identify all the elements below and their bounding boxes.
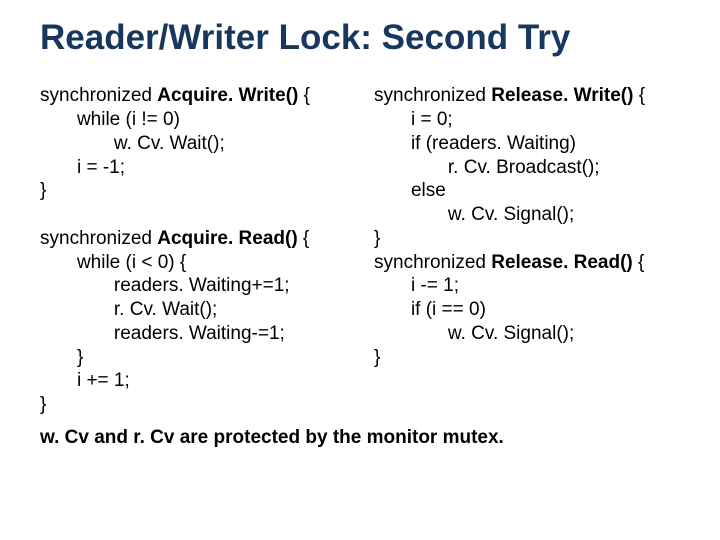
blank-line <box>40 203 356 227</box>
code-line: readers. Waiting-=1; <box>40 322 356 346</box>
brace: { <box>298 85 310 106</box>
code-line: i = 0; <box>374 108 690 132</box>
page-title: Reader/Writer Lock: Second Try <box>40 18 690 58</box>
code-line: readers. Waiting+=1; <box>40 274 356 298</box>
kw-sync: synchronized <box>40 85 157 106</box>
code-line: i = -1; <box>40 156 356 180</box>
code-line: } <box>40 393 356 417</box>
release-read-sig: synchronized Release. Read() { <box>374 251 690 275</box>
footer-note: w. Cv and r. Cv are protected by the mon… <box>40 427 690 449</box>
code-line: else <box>374 179 690 203</box>
code-columns: synchronized Acquire. Write() { while (i… <box>40 84 690 417</box>
kw-sync: synchronized <box>374 85 491 106</box>
acquire-read-sig: synchronized Acquire. Read() { <box>40 227 356 251</box>
acquire-write-sig: synchronized Acquire. Write() { <box>40 84 356 108</box>
fn-name: Acquire. Write() <box>157 85 298 106</box>
right-column: synchronized Release. Write() { i = 0; i… <box>374 84 690 417</box>
code-line: while (i != 0) <box>40 108 356 132</box>
fn-name: Release. Read() <box>491 252 633 273</box>
left-column: synchronized Acquire. Write() { while (i… <box>40 84 356 417</box>
code-line: w. Cv. Wait(); <box>40 132 356 156</box>
code-line: if (i == 0) <box>374 298 690 322</box>
kw-sync: synchronized <box>374 252 491 273</box>
fn-name: Acquire. Read() <box>157 228 297 249</box>
code-line: r. Cv. Wait(); <box>40 298 356 322</box>
brace: { <box>298 228 310 249</box>
code-line: r. Cv. Broadcast(); <box>374 156 690 180</box>
brace: { <box>633 85 645 106</box>
kw-sync: synchronized <box>40 228 157 249</box>
code-line: i += 1; <box>40 369 356 393</box>
brace: { <box>633 252 645 273</box>
code-line: w. Cv. Signal(); <box>374 203 690 227</box>
code-line: i -= 1; <box>374 274 690 298</box>
code-line: while (i < 0) { <box>40 251 356 275</box>
code-line: if (readers. Waiting) <box>374 132 690 156</box>
fn-name: Release. Write() <box>491 85 633 106</box>
code-line: w. Cv. Signal(); <box>374 322 690 346</box>
code-line: } <box>374 227 690 251</box>
slide: Reader/Writer Lock: Second Try synchroni… <box>0 0 720 540</box>
release-write-sig: synchronized Release. Write() { <box>374 84 690 108</box>
code-line: } <box>40 179 356 203</box>
code-line: } <box>40 346 356 370</box>
code-line: } <box>374 346 690 370</box>
